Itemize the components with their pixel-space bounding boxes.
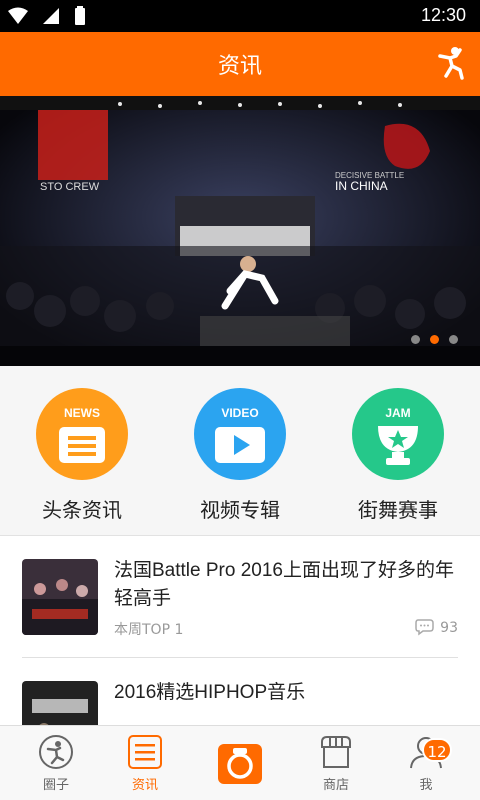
tab-circle[interactable]: 圈子 <box>8 734 104 793</box>
divider <box>22 657 458 658</box>
category-shortcuts: NEWS 头条资讯 VIDEO 视频专辑 JAM 街舞赛事 <box>0 366 480 536</box>
tab-shop[interactable]: 商店 <box>288 734 384 793</box>
news-tag: NEWS <box>64 406 100 420</box>
banner-right-text-2: IN CHINA <box>335 179 388 193</box>
category-video[interactable]: VIDEO 视频专辑 <box>160 388 320 523</box>
shop-icon <box>318 734 354 770</box>
camera-icon <box>227 748 253 779</box>
page-title: 资讯 <box>217 54 262 79</box>
signal-icon <box>43 8 59 24</box>
category-news[interactable]: NEWS 头条资讯 <box>2 388 162 523</box>
pagination-dot-active[interactable] <box>430 335 439 344</box>
list-item[interactable]: 法国Battle Pro 2016上面出现了好多的年轻高手 本周TOP 1 93 <box>22 537 458 657</box>
notification-badge: 12 <box>422 738 452 762</box>
comment-icon <box>415 619 434 636</box>
article-list: 法国Battle Pro 2016上面出现了好多的年轻高手 本周TOP 1 93… <box>0 537 480 725</box>
category-label: 视频专辑 <box>200 498 280 522</box>
news-icon[interactable]: NEWS <box>36 388 128 480</box>
hero-banner[interactable]: STO CREW DECISIVE BATTLE IN CHINA <box>0 96 480 366</box>
banner-image: STO CREW DECISIVE BATTLE IN CHINA <box>0 96 480 366</box>
banner-left-text: STO CREW <box>40 181 100 193</box>
battery-icon <box>75 6 85 25</box>
category-label: 街舞赛事 <box>358 498 438 522</box>
clock: 12:30 <box>420 5 466 25</box>
wifi-icon <box>8 7 28 24</box>
video-tag: VIDEO <box>221 406 259 420</box>
status-bar: 12:30 <box>0 0 480 32</box>
app-bar: 资讯 <box>0 32 480 96</box>
article-title[interactable]: 法国Battle Pro 2016上面出现了好多的年轻高手 <box>114 557 458 613</box>
comment-count[interactable]: 93 <box>415 619 458 636</box>
tab-label: 商店 <box>322 778 349 793</box>
list-item[interactable]: 2016精选HIPHOP音乐 <box>22 659 458 725</box>
pagination-dot[interactable] <box>449 335 458 344</box>
article-meta: 本周TOP 1 <box>114 622 184 638</box>
list-icon <box>127 734 163 770</box>
tab-label: 我 <box>419 778 433 793</box>
comment-count-value: 93 <box>440 619 458 636</box>
article-thumbnail <box>22 559 98 635</box>
jam-tag: JAM <box>385 406 411 420</box>
trophy-icon[interactable]: JAM <box>352 388 444 480</box>
tab-me[interactable]: 我 12 <box>378 734 474 793</box>
banner-pagination[interactable] <box>411 335 458 344</box>
camera-button[interactable] <box>218 744 262 784</box>
category-jam[interactable]: JAM 街舞赛事 <box>318 388 478 523</box>
video-icon[interactable]: VIDEO <box>194 388 286 480</box>
circle-dancer-icon <box>38 734 74 770</box>
tab-news[interactable]: 资讯 <box>97 734 193 793</box>
dancer-icon[interactable] <box>436 46 466 80</box>
tab-label: 圈子 <box>42 778 69 793</box>
article-thumbnail <box>22 681 98 725</box>
category-label: 头条资讯 <box>42 498 122 522</box>
article-title[interactable]: 2016精选HIPHOP音乐 <box>114 679 458 707</box>
pagination-dot[interactable] <box>411 335 420 344</box>
tab-label: 资讯 <box>131 778 158 793</box>
